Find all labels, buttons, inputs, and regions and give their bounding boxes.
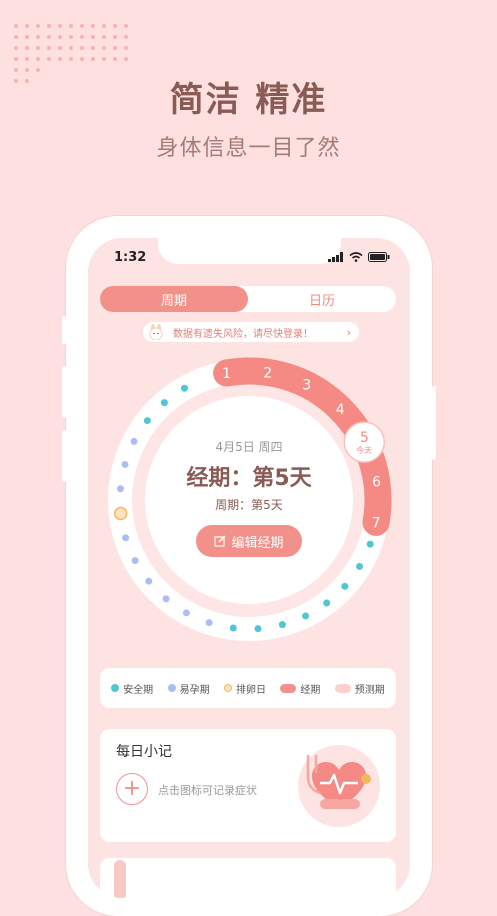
legend-dot-ovulation — [223, 684, 232, 692]
cycle-day-dot[interactable] — [366, 540, 374, 548]
battery-icon — [368, 252, 390, 262]
cycle-day-dot[interactable] — [131, 557, 139, 565]
tab-cycle[interactable]: 周期 — [100, 286, 248, 312]
cycle-day-dot[interactable] — [181, 384, 188, 392]
hero-subtitle: 身体信息一目了然 — [156, 136, 341, 161]
period-day-label[interactable]: 7 — [372, 515, 381, 531]
edit-icon — [214, 535, 226, 547]
legend-label-fertile: 易孕期 — [179, 684, 210, 696]
wifi-icon — [349, 252, 363, 262]
legend-item-predicted: 预测期 — [334, 681, 385, 696]
login-notice[interactable]: 数据有遗失风险，请尽快登录！ › — [143, 322, 359, 342]
period-day-label[interactable]: 3 — [302, 378, 311, 394]
legend-label-predicted: 预测期 — [354, 684, 385, 696]
edit-period-label: 编辑经期 — [231, 535, 284, 551]
cycle-status-title: 经期：第5天 — [186, 466, 312, 491]
add-symptom-button[interactable]: + — [116, 773, 148, 805]
legend-label-ovulation: 排卵日 — [235, 684, 266, 696]
next-card-accent — [114, 860, 126, 898]
legend-swatch-predicted — [334, 683, 351, 693]
phone-notch — [158, 238, 341, 264]
legend-dot-fertile — [167, 684, 176, 692]
notice-text: 数据有遗失风险，请尽快登录！ — [173, 328, 313, 340]
cycle-day-dot[interactable] — [278, 621, 286, 629]
period-day-label[interactable]: 4 — [336, 402, 345, 418]
cycle-day-dot[interactable] — [302, 612, 310, 620]
legend-item-ovulation: 排卵日 — [223, 681, 266, 696]
cycle-day-dot[interactable] — [143, 417, 151, 425]
phone-volume-down — [62, 430, 66, 482]
legend-item-safe: 安全期 — [111, 681, 153, 696]
period-day-label[interactable]: 2 — [263, 365, 272, 381]
phone-side-button — [62, 316, 66, 344]
next-card — [100, 858, 396, 898]
status-icons — [328, 252, 390, 262]
period-day-label[interactable]: 1 — [222, 366, 231, 382]
daily-note-title: 每日小记 — [116, 744, 172, 760]
cycle-day-dot[interactable] — [356, 562, 364, 570]
legend-label-period: 经期 — [300, 684, 321, 696]
cycle-day-dot[interactable] — [145, 577, 153, 585]
cycle-day-dot[interactable] — [122, 534, 130, 542]
app-screen: 1:32 周期 日历 数据有遗失风险，请尽快登录！ › 1 2 3 4 今天 5 6… — [88, 238, 410, 898]
tab-bar: 周期 日历 — [100, 286, 396, 312]
legend-item-period: 经期 — [280, 681, 320, 696]
tab-calendar[interactable]: 日历 — [248, 286, 396, 312]
bunny-icon — [149, 324, 163, 340]
chevron-right-icon: › — [346, 325, 351, 339]
legend-item-fertile: 易孕期 — [167, 681, 210, 696]
cycle-day-dot[interactable] — [323, 599, 331, 607]
cycle-day-dot[interactable] — [229, 624, 237, 632]
cycle-day-dot[interactable] — [162, 595, 170, 603]
cycle-day-subtitle: 周期：第5天 — [215, 498, 283, 512]
cycle-day-dot[interactable] — [341, 582, 349, 590]
daily-note-card: 每日小记 + 点击图标可记录症状 — [100, 729, 396, 842]
status-time: 1:32 — [114, 250, 147, 265]
hero-title: 简洁 精准 — [169, 80, 328, 120]
phone-frame: 1:32 周期 日历 数据有遗失风险，请尽快登录！ › 1 2 3 4 今天 5 6… — [62, 216, 436, 916]
phone-volume-up — [62, 366, 66, 418]
cycle-day-dot[interactable] — [182, 609, 190, 617]
legend-dot-safe — [111, 684, 120, 692]
cycle-day-dot[interactable] — [160, 399, 168, 407]
phase-legend: 安全期 易孕期 排卵日 经期 预测期 — [100, 668, 396, 708]
edit-period-button[interactable]: 编辑经期 — [196, 525, 302, 557]
cycle-date: 4月5日 周四 — [215, 440, 283, 454]
legend-label-safe: 安全期 — [123, 684, 154, 696]
cycle-day-dot[interactable] — [205, 619, 213, 627]
cycle-day-dot[interactable] — [254, 625, 262, 633]
phone-power-button — [432, 386, 436, 460]
signal-icon — [328, 252, 343, 262]
heart-stethoscope-icon[interactable] — [296, 743, 382, 829]
daily-note-hint: 点击图标可记录症状 — [158, 784, 257, 797]
legend-swatch-period — [280, 683, 297, 693]
